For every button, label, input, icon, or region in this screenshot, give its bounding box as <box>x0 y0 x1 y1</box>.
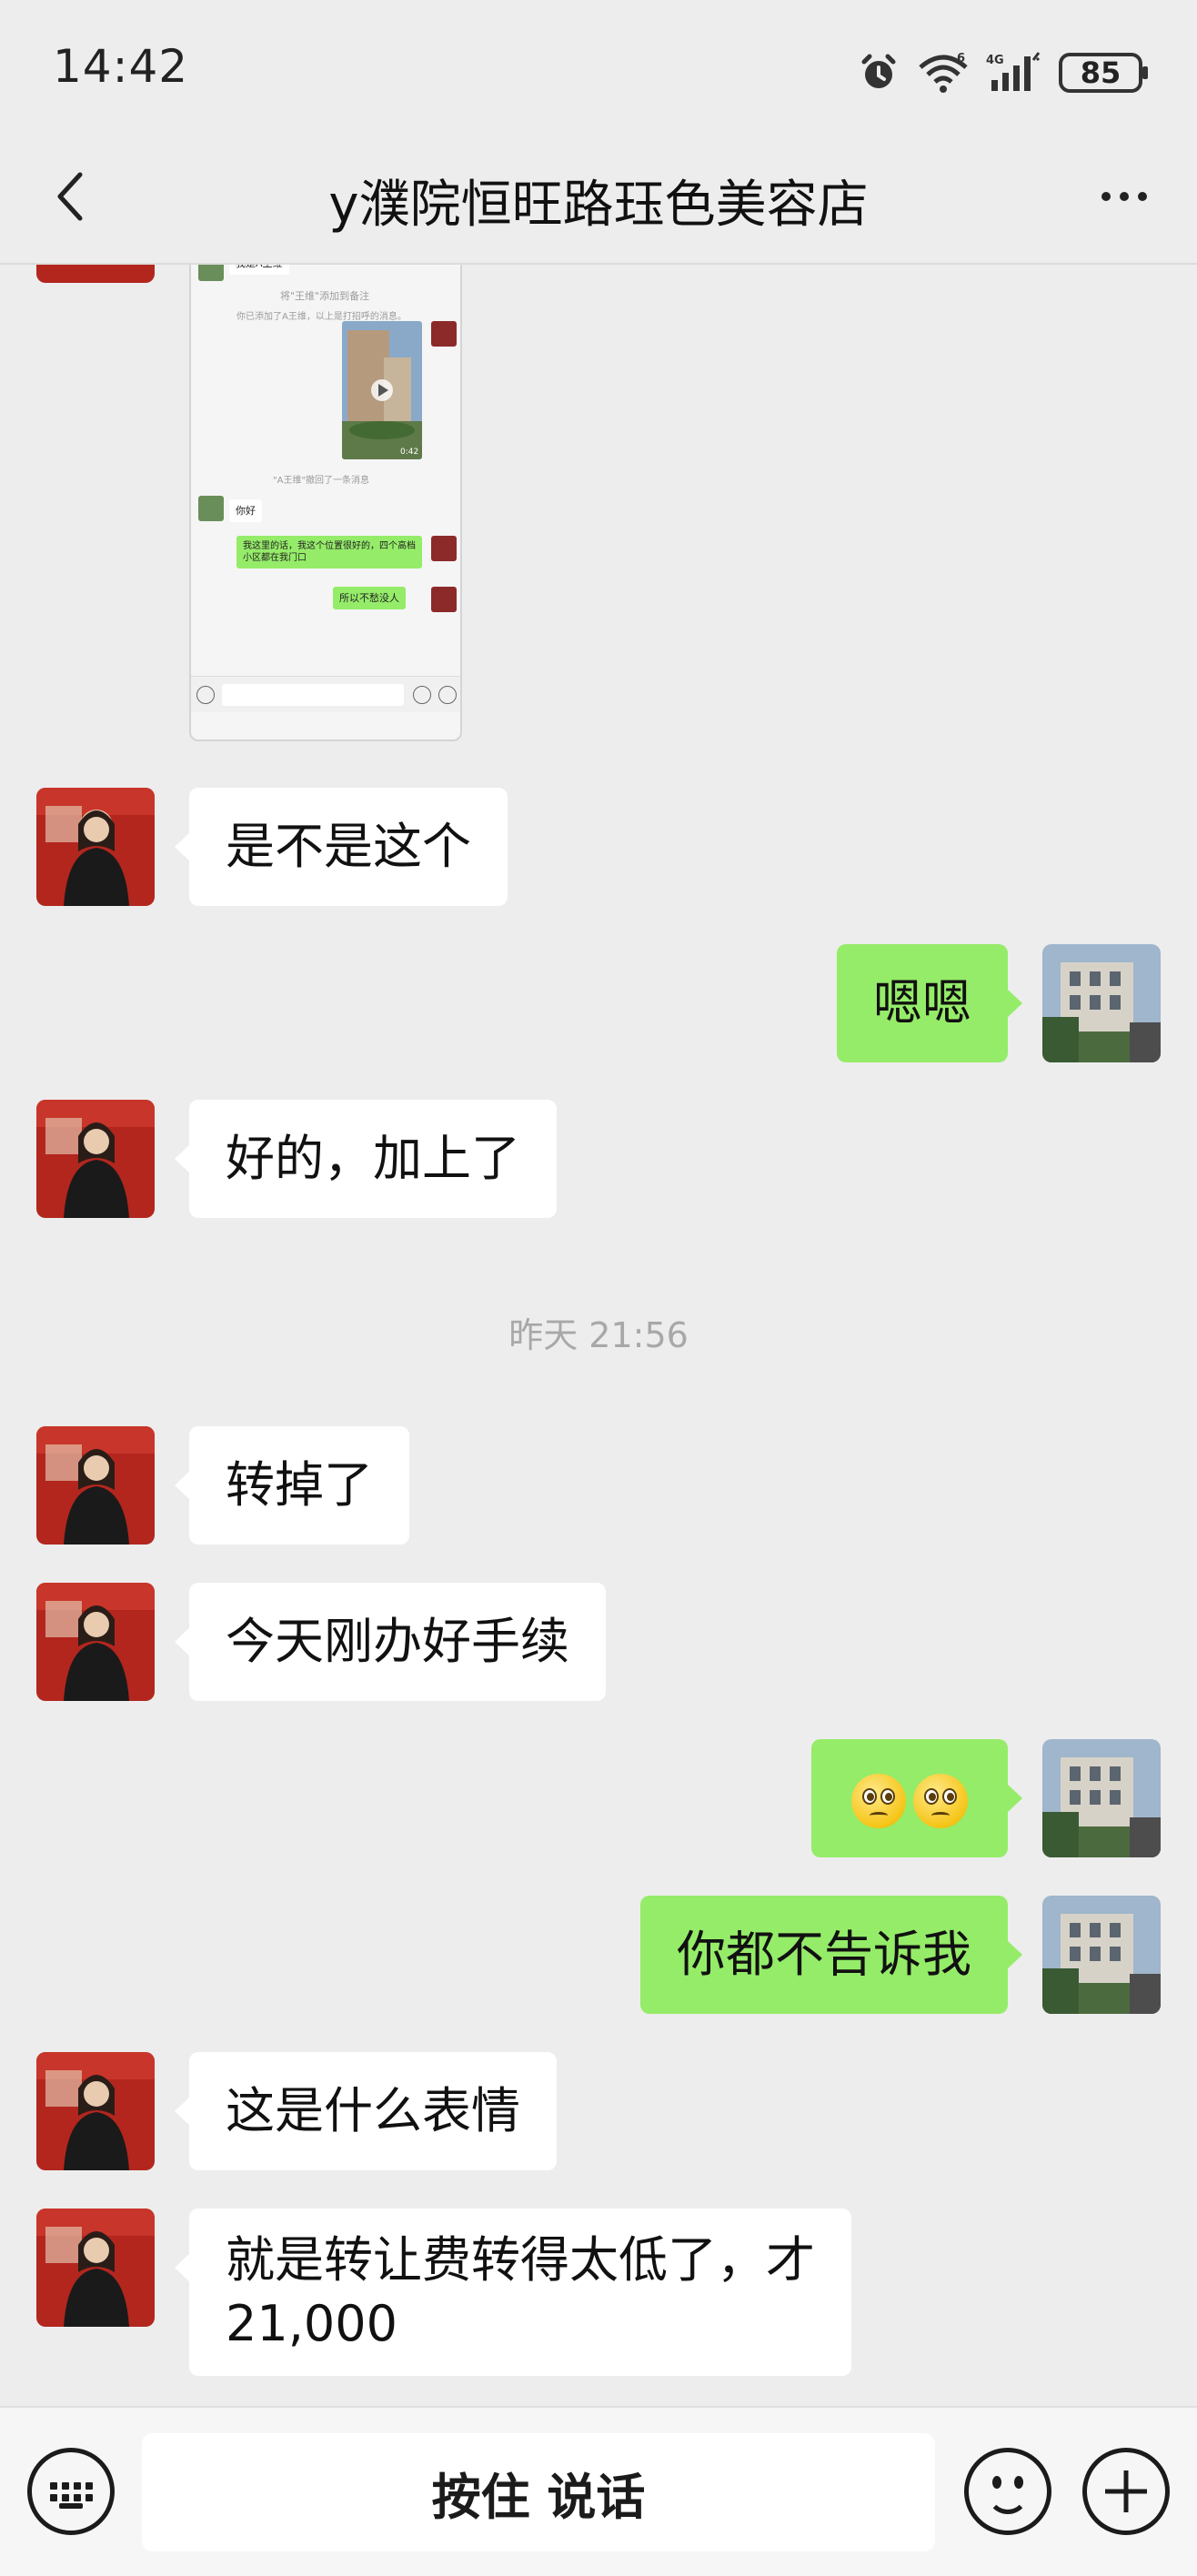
message-bubble[interactable]: 嗯嗯 <box>837 944 1022 1062</box>
contact-avatar[interactable] <box>36 1583 155 1701</box>
self-avatar[interactable] <box>1042 1896 1161 2014</box>
hold-to-talk-button[interactable]: 按住 说话 <box>142 2433 935 2551</box>
plus-button[interactable] <box>1082 2448 1170 2535</box>
battery-icon: 85 <box>1059 53 1148 93</box>
more-dots-icon <box>1101 192 1111 201</box>
self-avatar[interactable] <box>1042 1739 1161 1857</box>
message-bubble[interactable]: 今天刚办好手续 <box>175 1583 606 1701</box>
pleading-face-emoji <box>913 1774 968 1829</box>
alarm-icon <box>861 54 896 88</box>
contact-avatar[interactable] <box>36 265 155 283</box>
more-button[interactable] <box>1088 169 1161 224</box>
message-bubble[interactable]: 你都不告诉我 <box>640 1896 1022 2014</box>
message-bubble[interactable]: 转掉了 <box>175 1426 409 1545</box>
chat-message-list[interactable]: 我是A王维 将"王维"添加到备注 你已添加了A王维，以上是打招呼的消息。 0:4… <box>0 265 1197 2406</box>
emoji-button[interactable] <box>964 2448 1051 2535</box>
status-time: 14:42 <box>53 40 189 93</box>
svg-text:0:42: 0:42 <box>400 448 418 457</box>
screenshot-input-bar <box>191 676 460 712</box>
chat-header: y濮院恒旺路珏色美容店 <box>0 136 1197 264</box>
status-icons: 6 4G 85 <box>857 45 1148 100</box>
message-bubble[interactable]: 好的，加上了 <box>175 1100 557 1218</box>
contact-avatar[interactable] <box>36 2052 155 2170</box>
screenshot-text: "A王维"撤回了一条消息 <box>273 476 370 486</box>
status-bar: 14:42 6 4G 85 <box>0 0 1197 136</box>
message-timestamp: 昨天 21:56 <box>508 1315 689 1355</box>
screenshot-avatar <box>431 587 457 612</box>
contact-avatar[interactable] <box>36 788 155 906</box>
emoji-message-bubble[interactable] <box>811 1739 1022 1857</box>
keyboard-toggle-button[interactable] <box>27 2448 115 2535</box>
message-line: 就是转让费转得太低了，才 <box>226 2231 815 2289</box>
message-bubble[interactable]: 这是什么表情 <box>175 2052 557 2170</box>
self-avatar[interactable] <box>1042 944 1161 1062</box>
keyboard-icon <box>49 2481 93 2501</box>
pleading-face-emoji <box>851 1774 906 1829</box>
svg-text:6: 6 <box>957 52 965 65</box>
screenshot-text: 所以不愁没人 <box>333 587 406 609</box>
message-line: 21,000 <box>226 2295 397 2352</box>
screenshot-text: 我是A王维 <box>229 265 289 275</box>
screenshot-avatar <box>198 496 224 521</box>
contact-avatar[interactable] <box>36 2209 155 2327</box>
chat-input-bar: 按住 说话 <box>0 2406 1197 2576</box>
contact-avatar[interactable] <box>36 1100 155 1218</box>
screenshot-avatar <box>431 536 457 561</box>
wifi-icon: 6 <box>919 52 968 93</box>
screenshot-text: 你好 <box>229 499 262 522</box>
message-bubble[interactable]: 就是转让费转得太低了，才 21,000 <box>175 2209 851 2376</box>
back-button[interactable] <box>44 169 98 224</box>
screenshot-text: 你已添加了A王维，以上是打招呼的消息。 <box>236 312 407 322</box>
chevron-left-icon <box>57 172 83 221</box>
svg-text:4G: 4G <box>986 54 1004 67</box>
emoji-icon <box>987 2492 1029 2514</box>
screenshot-video: 0:42 <box>342 321 422 459</box>
screenshot-text: 将"王维"添加到备注 <box>280 290 370 302</box>
shared-screenshot-image[interactable]: 我是A王维 将"王维"添加到备注 你已添加了A王维，以上是打招呼的消息。 0:4… <box>189 265 462 741</box>
screenshot-avatar <box>431 321 457 347</box>
chat-title: y濮院恒旺路珏色美容店 <box>328 176 869 235</box>
signal-icon: 4G <box>986 52 1041 91</box>
screenshot-avatar <box>198 265 224 281</box>
message-bubble[interactable]: 是不是这个 <box>175 788 508 906</box>
contact-avatar[interactable] <box>36 1426 155 1545</box>
screenshot-text: 我这里的话，我这个位置很好的，四个高档小区都在我门口 <box>236 536 422 569</box>
